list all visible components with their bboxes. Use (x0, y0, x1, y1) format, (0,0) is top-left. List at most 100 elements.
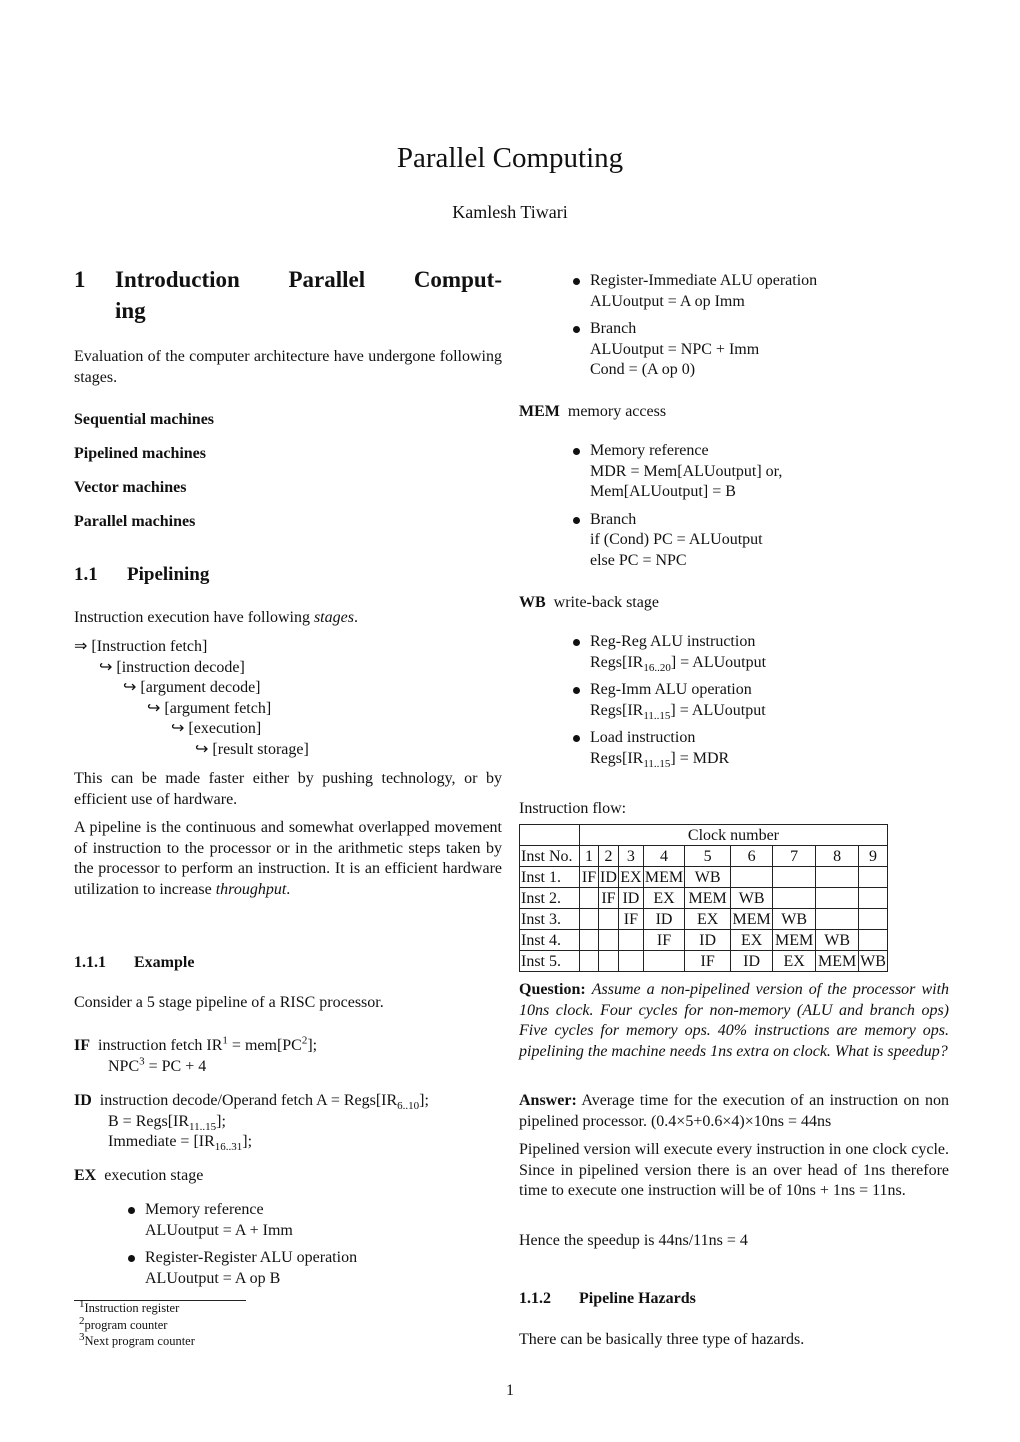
bullet-formula: Cond = (A op 0) (590, 361, 696, 379)
stage-cell (598, 908, 619, 930)
question-label: Question: (519, 981, 586, 998)
subsubsection-number: 1.1.1 (74, 954, 106, 971)
bullet-formula: else PC = NPC (590, 551, 687, 569)
faster-paragraph: This can be made faster either by pushin… (74, 770, 502, 808)
bullet-title: Branch (590, 320, 637, 338)
bullet-formula: ALUoutput = A + Imm (145, 1221, 293, 1239)
clock-header-cell: 7 (772, 845, 817, 867)
stage-cell: EX (730, 929, 774, 951)
stage-cell (579, 887, 599, 909)
inst-no-header: Inst No. (519, 845, 580, 867)
bullet-formula: ALUoutput = A op Imm (590, 292, 745, 310)
section-number: 1 (74, 267, 86, 292)
if-text: = PC + 4 (144, 1057, 207, 1075)
bullet-formula: ALUoutput = NPC + Imm (590, 340, 760, 358)
hazards-intro: There can be basically three type of haz… (519, 1331, 805, 1348)
wb-desc: write-back stage (553, 594, 659, 611)
clock-header-cell: 6 (730, 845, 774, 867)
stage-chain-item: ↪ [instruction decode] (74, 658, 502, 679)
footnote-item: 2program counter (79, 1315, 195, 1334)
stage-id: ID instruction decode/Operand fetch A = … (74, 1091, 514, 1153)
clock-header-cell: 2 (598, 845, 619, 867)
footnote-text: Next program counter (84, 1334, 195, 1349)
stage-cell: WB (684, 866, 732, 888)
stage-cell: MEM (815, 950, 860, 972)
pipeline-definition: A pipeline is the continuous and somewha… (74, 818, 502, 900)
stage-cell (598, 929, 619, 951)
stage-cell (617, 950, 644, 972)
table-row: Inst 2. IF ID EX MEM WB (519, 887, 888, 909)
stage-label-if: IF (74, 1037, 90, 1054)
stage-cell: ID (598, 866, 619, 888)
formula-part: ] = MDR (670, 749, 730, 767)
section-1-intro: Evaluation of the computer architecture … (74, 348, 502, 386)
footnotes: 1Instruction register 2program counter 3… (79, 1298, 195, 1350)
stage-chain-item: ↪ [execution] (74, 719, 502, 740)
stage-cell (579, 908, 599, 930)
stage-label-ex: EX (74, 1167, 97, 1184)
if-text: instruction fetch IR (98, 1037, 223, 1054)
section-title-line2: ing (115, 298, 146, 323)
question-paragraph: Question: Assume a non-pipelined version… (519, 980, 949, 1062)
bullet-formula: MDR = Mem[ALUoutput] or, (590, 462, 783, 480)
section-1-1-heading: 1.1 Pipelining (74, 564, 502, 586)
stage-cell: IF (642, 929, 686, 951)
stage-cell (642, 950, 686, 972)
subsubsection-title: Pipeline Hazards (579, 1290, 696, 1307)
stage-mem: MEM memory access (519, 402, 949, 423)
clock-header-cell: 1 (579, 845, 599, 867)
stage-label-mem: MEM (519, 403, 560, 420)
stage-cell (579, 950, 599, 972)
stage-cell (772, 887, 817, 909)
stage-cell (730, 866, 774, 888)
stage-cell: MEM (684, 887, 732, 909)
ex-bullets-left: Memory reference ALUoutput = A + Imm Reg… (74, 1200, 502, 1296)
stage-cell: IF (598, 887, 619, 909)
subsubsection-title: Example (134, 954, 195, 971)
mem-bullets: Memory reference MDR = Mem[ALUoutput] or… (519, 441, 949, 579)
bullet-formula: Regs[IR11..15] = ALUoutput (590, 701, 949, 722)
clock-header-cell: 3 (617, 845, 644, 867)
section-title-line1: Introduction Parallel Comput- (115, 267, 502, 292)
stage-cell: WB (772, 908, 817, 930)
if-text: NPC (108, 1057, 140, 1075)
stage-cell (617, 929, 644, 951)
stage-cell: WB (730, 887, 774, 909)
wb-bullets: Reg-Reg ALU instruction Regs[IR16..20] =… (519, 632, 949, 777)
formula-part: Regs[IR (590, 653, 644, 671)
formula-subscript: 16..20 (643, 661, 671, 674)
hook-arrow-icon: ↪ (195, 740, 209, 758)
document-title: Parallel Computing (396, 142, 624, 174)
stage-cell: IF (579, 866, 599, 888)
id-subscript: 16..31 (214, 1141, 243, 1154)
list-item: Register-Immediate ALU operation ALUoutp… (519, 271, 949, 312)
stage-cell: EX (684, 908, 732, 930)
stage-cell (815, 908, 860, 930)
ex-desc: execution stage (104, 1167, 204, 1184)
stage-chain-item: ↪ [argument decode] (74, 678, 502, 699)
stage-cell: IF (684, 950, 732, 972)
bullet-title: Memory reference (145, 1201, 264, 1218)
stage-cell (858, 887, 888, 909)
section-1-heading: 1 Introduction Parallel Comput- ing (74, 264, 502, 326)
bullet-formula: Mem[ALUoutput] = B (590, 483, 736, 501)
page-number: 1 (506, 1382, 514, 1399)
clock-header-cell: 4 (642, 845, 686, 867)
formula-part: Regs[IR (590, 701, 644, 719)
instruction-flow-label: Instruction flow: (519, 800, 627, 817)
stage-label: [instruction decode] (116, 658, 245, 676)
answer-paragraph: Answer: Average time for the execution o… (519, 1091, 949, 1132)
stage-chain-item: ⇒ [Instruction fetch] (74, 637, 502, 658)
list-item: Branch ALUoutput = NPC + Imm Cond = (A o… (519, 319, 949, 381)
stage-cell (772, 866, 817, 888)
stage-cell: ID (642, 908, 686, 930)
mem-desc: memory access (567, 403, 667, 420)
hook-arrow-icon: ↪ (99, 658, 113, 676)
bullet-formula: Regs[IR16..20] = ALUoutput (590, 653, 949, 674)
stage-cell: ID (730, 950, 774, 972)
stage-cell: EX (617, 866, 644, 888)
id-text: ]; (216, 1112, 226, 1130)
table-row: Inst 4. IF ID EX MEM WB (519, 929, 888, 951)
machine-stage-parallel: Parallel machines (74, 513, 196, 530)
list-item: Reg-Imm ALU operation Regs[IR11..15] = A… (519, 680, 949, 721)
